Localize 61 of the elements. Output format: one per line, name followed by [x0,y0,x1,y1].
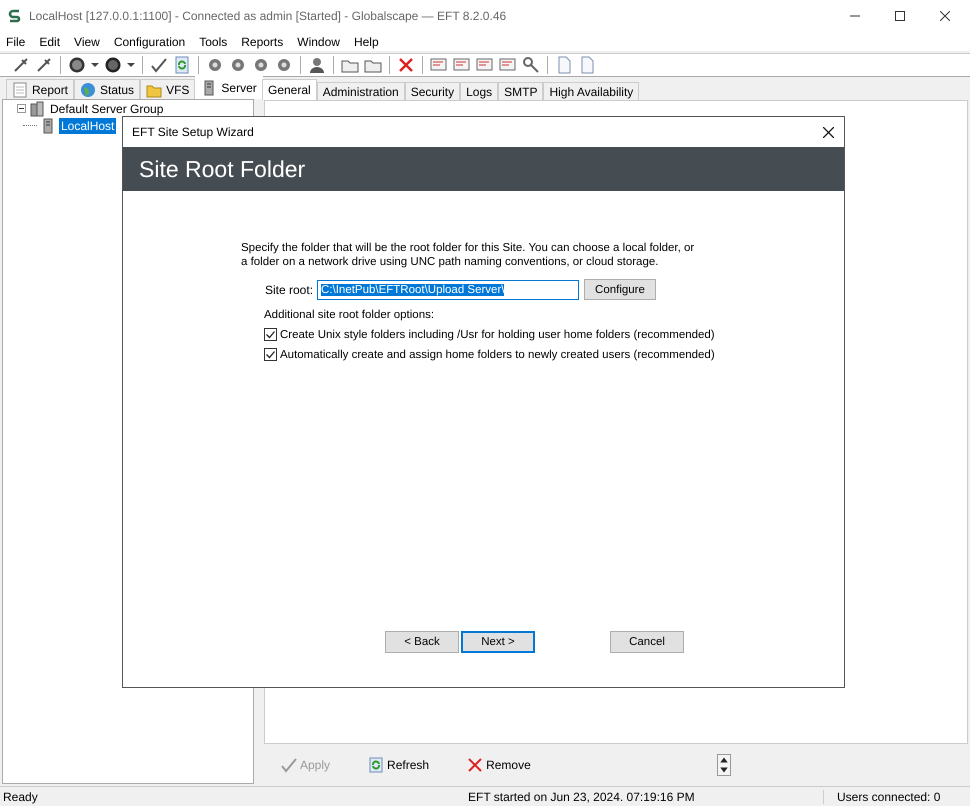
check-icon[interactable] [150,56,168,74]
down-arrow-icon[interactable] [718,765,730,775]
status-text: EFT started on Jun 23, 2024. 07:19:16 PM [467,790,696,804]
check-icon [281,757,297,773]
tab[interactable]: Logs [460,82,498,100]
tab[interactable]: Security [404,82,460,100]
option-checkbox[interactable]: Create Unix style folders including /Usr for holding user home folders (recommended) [264,328,715,341]
field-label: Site root: [265,282,314,296]
options-label: Additional site root folder options: [264,309,436,321]
menu-item[interactable]: Configuration [114,34,186,48]
spin-button[interactable] [716,754,731,776]
caret-icon[interactable] [127,61,135,69]
close-icon[interactable] [823,126,834,138]
plug-icon[interactable] [35,56,53,74]
collapse-icon[interactable] [17,104,26,113]
menu-item[interactable]: Help [354,34,379,48]
up-arrow-icon[interactable] [718,755,730,765]
cancel-button[interactable]: Cancel [610,631,684,653]
menu-item[interactable]: Edit [39,34,60,48]
status-text: Ready [2,790,39,804]
menu-item[interactable]: File [6,34,26,48]
configure-button[interactable]: Configure [584,279,656,300]
caret-icon[interactable] [91,61,99,69]
server-group-icon [29,100,45,116]
action-button[interactable]: Refresh [366,755,432,775]
menu-item[interactable]: Tools [199,34,228,48]
next-button[interactable]: Next > [461,631,535,653]
menu-item[interactable]: Window [297,34,340,48]
tree-item[interactable]: Default Server Group [48,100,166,116]
status-text: Users connected: 0 [823,790,940,804]
tab[interactable]: General [262,79,317,100]
maximize-icon[interactable] [895,11,905,21]
pane-tab[interactable]: Report [6,79,74,99]
window-title: LocalHost [127.0.0.1:1100] - Connected as admin [Started] - Globalscape — EFT 8.2.0.46 [29,9,508,23]
delete-icon [467,757,484,773]
site-root-field[interactable]: C:\InetPub\EFTRoot\Upload Server\ [317,280,580,300]
tab[interactable]: High Availability [543,82,640,100]
refresh-icon[interactable] [173,56,191,74]
checkbox-icon[interactable] [264,348,277,361]
plug-icon[interactable] [12,56,30,74]
user-icon[interactable] [308,56,326,74]
dialog-title: EFT Site Setup Wizard [132,125,254,139]
tab[interactable]: Administration [316,82,405,100]
tab[interactable]: SMTP [498,82,544,100]
close-icon[interactable] [940,11,950,21]
page-heading: Site Root Folder [139,156,306,182]
app-logo-icon [7,8,23,24]
action-button[interactable]: Remove [465,755,533,775]
pane-tab[interactable]: Status [74,79,140,99]
description-text: Specify the folder that will be the root folder for this Site. You can choose a local folder, or a folder on a network drive using UNC path naming conventions, or cloud storage. [241,241,696,269]
menu-item[interactable]: Reports [241,34,284,48]
tree-item[interactable]: LocalHost [59,118,116,134]
menu-item[interactable]: View [74,34,100,48]
x-icon[interactable] [397,56,415,74]
refresh-icon [368,757,384,773]
option-checkbox[interactable]: Automatically create and assign home folders to newly created users (recommended) [264,348,715,361]
checkbox-icon[interactable] [264,328,277,341]
pane-tab[interactable]: Server [195,76,263,99]
back-button[interactable]: < Back [385,631,459,653]
pane-tab[interactable]: VFS [140,79,196,99]
globe-icon [80,82,96,98]
